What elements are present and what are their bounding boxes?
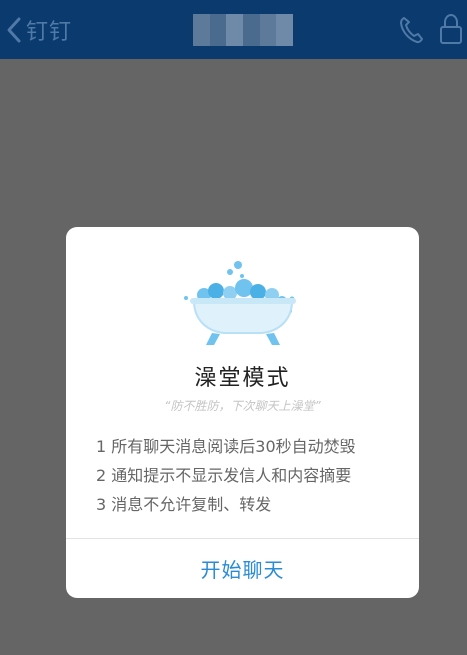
phone-icon[interactable] [398,15,424,45]
chevron-left-icon [7,17,21,42]
dialog-subtitle: “防不胜防，下次聊天上澡堂” [164,399,321,413]
start-chat-button[interactable]: 开始聊天 [66,539,419,598]
rule-item: 3 消息不允许复制、转发 [96,495,272,514]
chat-title-obscured [193,14,293,46]
rule-item: 1 所有聊天消息阅读后30秒自动焚毁 [96,437,356,456]
navigation-bar: 钉钉 [0,0,467,59]
bathtub-icon [184,261,296,345]
rules-list: 1 所有聊天消息阅读后30秒自动焚毁 2 通知提示不显示发信人和内容摘要 3 消… [96,432,416,519]
bath-mode-dialog: 澡堂模式 “防不胜防，下次聊天上澡堂” 1 所有聊天消息阅读后30秒自动焚毁 2… [66,227,419,598]
back-button[interactable]: 钉钉 [6,0,72,59]
lock-icon[interactable] [438,12,464,46]
dialog-title: 澡堂模式 [194,366,291,391]
rule-item: 2 通知提示不显示发信人和内容摘要 [96,466,352,485]
back-label: 钉钉 [26,19,73,45]
